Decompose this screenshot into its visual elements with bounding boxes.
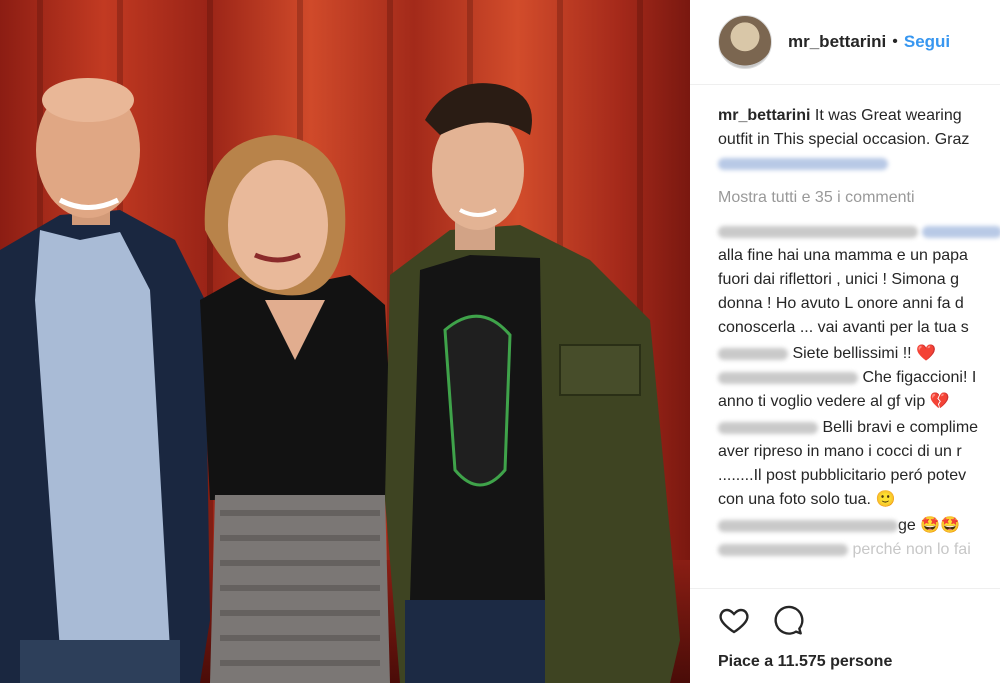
comments-section: mr_bettarini It was Great wearing outfit… xyxy=(718,104,1000,562)
comment-text: Che figaccioni! I xyxy=(862,369,977,386)
action-bar xyxy=(718,604,804,636)
avatar[interactable] xyxy=(718,15,772,69)
broken-heart-emoji-icon: 💔 xyxy=(929,393,950,410)
post-sidebar: mr_bettarini • Segui mr_bettarini It was… xyxy=(690,0,1000,683)
comment-text: Belli bravi e complime xyxy=(822,419,979,436)
post-header: mr_bettarini • Segui xyxy=(690,0,1000,85)
post-photo[interactable] xyxy=(0,0,690,683)
comment-text: perché non lo fai xyxy=(852,541,971,558)
blurred-mention xyxy=(718,157,888,170)
blurred-username xyxy=(718,347,788,360)
separator-dot: • xyxy=(892,33,898,50)
heart-icon[interactable] xyxy=(718,604,750,636)
header-username[interactable]: mr_bettarini xyxy=(788,32,886,52)
caption-username[interactable]: mr_bettarini xyxy=(718,107,810,124)
heart-emoji-icon: ❤️ xyxy=(916,345,936,362)
comment-text: con una foto solo tua. xyxy=(718,491,871,508)
comment: Belli bravi e complime aver ripreso in m… xyxy=(718,416,1000,512)
caption-text-1: It was Great wearing xyxy=(814,107,962,124)
comment-text: fuori dai riflettori , unici ! Simona g xyxy=(718,271,959,288)
caption-text-2: outfit in This special occasion. Graz xyxy=(718,131,970,148)
comment-text: Siete bellissimi !! xyxy=(792,345,912,362)
post-image xyxy=(0,0,690,683)
blurred-mention xyxy=(922,225,1000,238)
comment-text: alla fine hai una mamma e un papa xyxy=(718,247,968,264)
comment: Che figaccioni! I anno ti voglio vedere … xyxy=(718,366,1000,414)
comment: ge 🤩🤩 xyxy=(718,514,1000,538)
likes-count[interactable]: Piace a 11.575 persone xyxy=(718,653,892,671)
blurred-username xyxy=(718,519,898,532)
comment: perché non lo fai xyxy=(718,538,1000,562)
comment-text: anno ti voglio vedere al gf vip xyxy=(718,393,926,410)
comment-icon[interactable] xyxy=(772,604,804,636)
comment-text: ........Il post pubblicitario peró potev xyxy=(718,467,967,484)
comment-text: donna ! Ho avuto L onore anni fa d xyxy=(718,295,964,312)
view-all-comments-link[interactable]: Mostra tutti e 35 i commenti xyxy=(718,186,1000,210)
comment: alla fine hai una mamma e un papa fuori … xyxy=(718,220,1000,340)
comment-text: conoscerla ... vai avanti per la tua s xyxy=(718,319,969,336)
blurred-username xyxy=(718,225,918,238)
blurred-username xyxy=(718,421,818,434)
star-eyes-emoji-icon: 🤩🤩 xyxy=(920,517,961,534)
divider xyxy=(690,588,1000,589)
blurred-username xyxy=(718,371,858,384)
blurred-username xyxy=(718,543,848,556)
smile-emoji-icon: 🙂 xyxy=(875,491,896,508)
comment-text: ge xyxy=(898,517,916,534)
comment: Siete bellissimi !! ❤️ xyxy=(718,342,1000,366)
caption: mr_bettarini It was Great wearing outfit… xyxy=(718,104,1000,176)
comment-text: aver ripreso in mano i cocci di un r xyxy=(718,443,962,460)
follow-button[interactable]: Segui xyxy=(904,32,950,52)
